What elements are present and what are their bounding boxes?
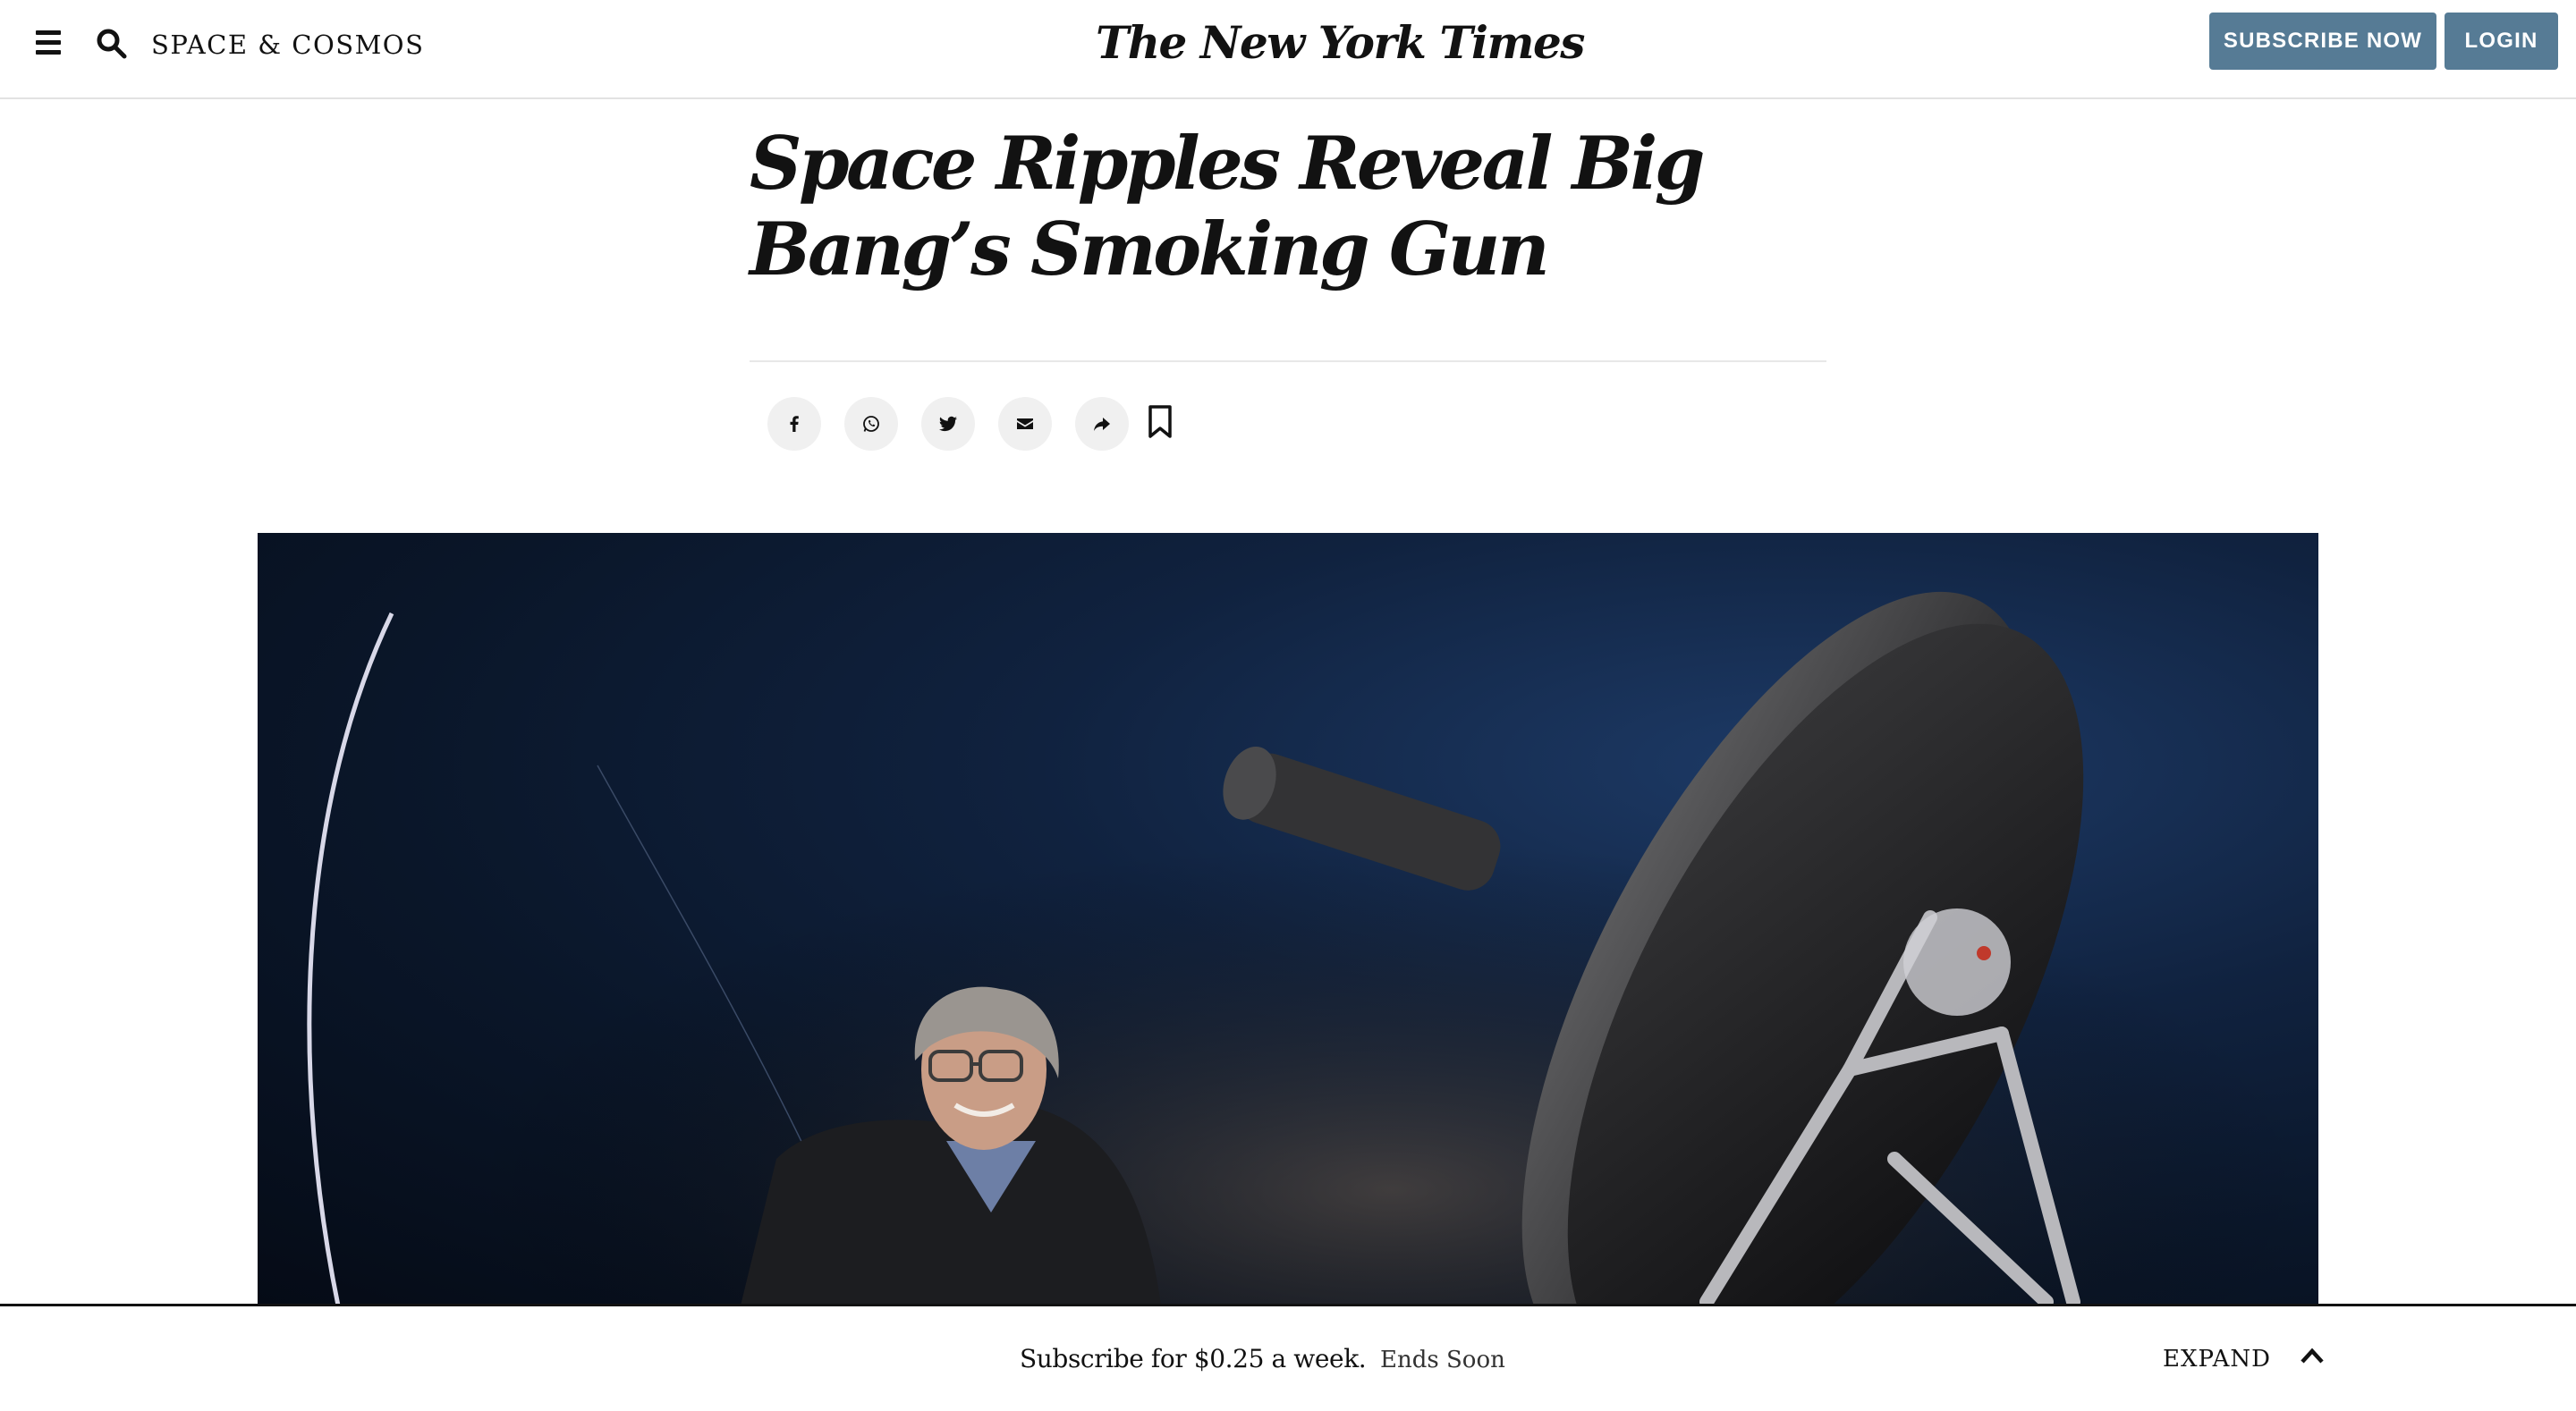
site-header: SPACE & COSMOS The New York Times SUBSCR… <box>0 0 2576 99</box>
subscribe-offer[interactable]: Subscribe for $0.25 a week. Ends Soon <box>1020 1342 1505 1374</box>
site-logo[interactable]: The New York Times <box>1096 16 1585 69</box>
chevron-up-icon[interactable] <box>2299 1346 2326 1367</box>
article-headline: Space Ripples Reveal Big Bang’s Smoking … <box>750 122 1705 292</box>
twitter-icon[interactable] <box>921 397 975 451</box>
subscribe-banner: Subscribe for $0.25 a week. Ends Soon EX… <box>0 1304 2576 1411</box>
telescope-illustration <box>258 533 2318 1305</box>
divider <box>750 360 1826 362</box>
search-icon[interactable] <box>97 29 127 59</box>
offer-text: Subscribe for $0.25 a week. <box>1020 1344 1367 1373</box>
share-icon[interactable] <box>1075 397 1129 451</box>
expand-button[interactable]: EXPAND <box>2163 1346 2271 1373</box>
whatsapp-icon[interactable] <box>844 397 898 451</box>
subscribe-button[interactable]: SUBSCRIBE NOW <box>2209 13 2436 70</box>
email-icon[interactable] <box>998 397 1052 451</box>
bookmark-icon[interactable] <box>1147 404 1174 440</box>
hero-photo <box>258 533 2318 1305</box>
section-link[interactable]: SPACE & COSMOS <box>151 30 424 60</box>
login-button[interactable]: LOGIN <box>2445 13 2558 70</box>
hamburger-menu-icon[interactable] <box>36 30 63 55</box>
facebook-icon[interactable] <box>767 397 821 451</box>
offer-ends-text: Ends Soon <box>1380 1347 1505 1373</box>
